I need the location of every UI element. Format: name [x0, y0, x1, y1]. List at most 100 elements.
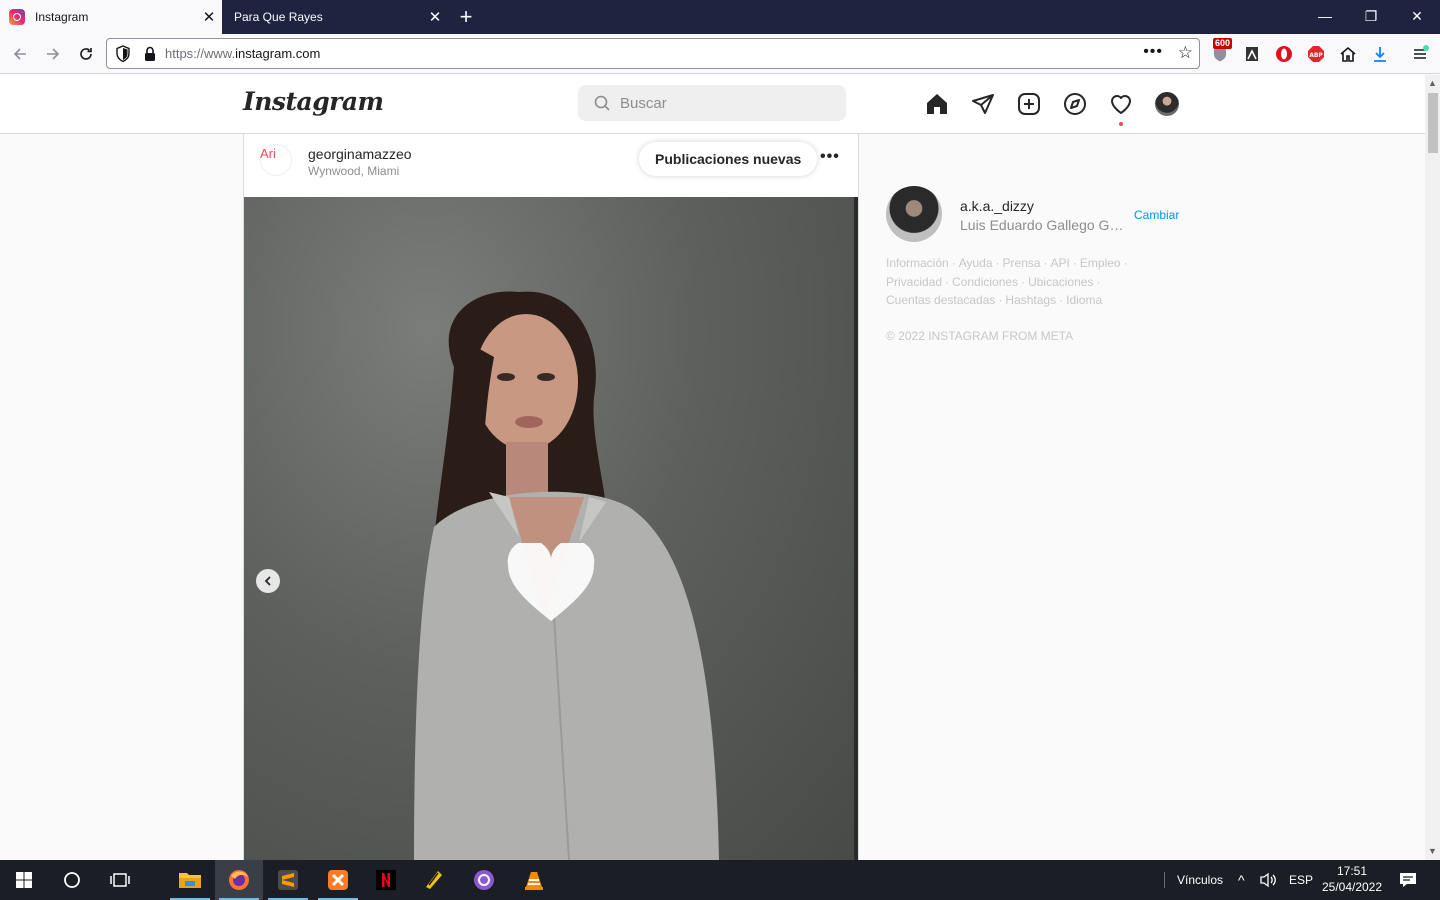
back-arrow-icon [13, 48, 26, 60]
search-box[interactable] [578, 85, 846, 121]
close-window-button[interactable]: ✕ [1394, 0, 1440, 34]
copyright-text: © 2022 INSTAGRAM FROM META [886, 329, 1074, 343]
search-input[interactable] [620, 93, 830, 113]
instagram-favicon-icon [9, 9, 25, 25]
photo-illustration [414, 291, 719, 860]
restore-window-button[interactable]: ❐ [1348, 0, 1394, 34]
clock-time: 17:51 [1336, 864, 1368, 878]
reload-button[interactable] [71, 39, 101, 69]
carousel-prev-button[interactable] [256, 569, 280, 593]
post-username[interactable]: georginamazzeo [308, 146, 412, 162]
profile-avatar[interactable] [1155, 92, 1179, 116]
tab-para-que-rayes[interactable]: Para Que Rayes ✕ [222, 0, 448, 34]
footer-link[interactable]: Ubicaciones [1028, 275, 1093, 289]
input-language[interactable]: ESP [1289, 860, 1313, 900]
footer-link[interactable]: Privacidad [886, 275, 942, 289]
xampp-icon[interactable] [314, 860, 362, 900]
extension-badge: 600 [1213, 38, 1233, 49]
instagram-header: Instagram [0, 75, 1425, 134]
page-scrollbar[interactable] [1425, 75, 1440, 860]
home-icon[interactable] [924, 91, 950, 117]
post-avatar-alt-text: Ari [260, 146, 276, 161]
switch-account-link[interactable]: Cambiar [1134, 208, 1179, 222]
new-post-icon[interactable] [1016, 91, 1042, 117]
browser-toolbar: https://www.instagram.com ••• ☆ 600 ABP [0, 34, 1440, 74]
adblock-plus-icon[interactable]: ABP [1304, 42, 1328, 66]
footer-link[interactable]: Prensa [1003, 256, 1041, 270]
tab-close-icon[interactable]: ✕ [422, 8, 448, 26]
tracking-shield-icon[interactable] [115, 45, 131, 63]
address-bar[interactable]: https://www.instagram.com ••• ☆ [106, 38, 1200, 69]
notification-dot [1119, 122, 1123, 126]
netflix-icon[interactable] [362, 860, 410, 900]
url-prefix: https://www. [165, 46, 236, 61]
browser-tab-strip: Instagram ✕ Para Que Rayes ✕ + — ❐ ✕ [0, 0, 1440, 34]
bookmark-star-icon[interactable]: ☆ [1178, 43, 1193, 63]
action-center-icon[interactable] [1386, 860, 1430, 900]
start-windows-icon[interactable] [0, 860, 48, 900]
home-icon[interactable] [1336, 42, 1360, 66]
task-view-icon[interactable] [96, 860, 144, 900]
post-location[interactable]: Wynwood, Miami [308, 164, 399, 178]
forward-button[interactable] [38, 39, 68, 69]
direct-messages-icon[interactable] [970, 91, 996, 117]
firefox-taskbar-icon[interactable] [215, 860, 263, 900]
chevron-left-icon [264, 576, 271, 586]
volume-icon[interactable] [1256, 860, 1280, 900]
scroll-down-arrow-icon[interactable]: ▼ [1427, 846, 1438, 856]
explore-icon[interactable] [1062, 91, 1088, 117]
url-text: https://www.instagram.com [165, 46, 320, 61]
footer-link[interactable]: Ayuda [959, 256, 993, 270]
photo-edge [854, 197, 858, 860]
show-hidden-icons-chevron-icon[interactable]: ^ [1238, 860, 1245, 900]
sublime-text-icon[interactable] [264, 860, 312, 900]
search-icon [594, 95, 610, 111]
url-domain: instagram.com [235, 46, 321, 61]
links-toolbar[interactable]: Vínculos [1177, 860, 1223, 900]
minimize-window-button[interactable]: — [1302, 0, 1348, 34]
back-button[interactable] [5, 39, 35, 69]
footer-link[interactable]: Empleo [1080, 256, 1121, 270]
feed-post: Ari georginamazzeo Wynwood, Miami Public… [243, 134, 859, 860]
scroll-up-arrow-icon[interactable]: ▲ [1427, 78, 1438, 88]
footer-link[interactable]: API [1051, 256, 1070, 270]
windows-taskbar: Vínculos ^ ESP 17:51 25/04/2022 [0, 860, 1440, 900]
opera-vpn-icon[interactable] [1272, 42, 1296, 66]
extension-tool-icon[interactable] [1240, 42, 1264, 66]
footer-link[interactable]: Idioma [1066, 293, 1102, 307]
tab-instagram[interactable]: Instagram ✕ [0, 0, 222, 34]
instagram-logo[interactable]: Instagram [243, 87, 384, 116]
new-tab-button[interactable]: + [452, 3, 480, 31]
current-user-fullname: Luis Eduardo Gallego García [960, 217, 1130, 233]
new-posts-button[interactable]: Publicaciones nuevas [639, 142, 818, 176]
scrollbar-thumb[interactable] [1428, 93, 1438, 153]
activity-heart-icon[interactable] [1108, 91, 1134, 117]
footer-link[interactable]: Información [886, 256, 949, 270]
lock-icon[interactable] [143, 45, 157, 63]
downloads-icon[interactable] [1368, 42, 1392, 66]
reload-icon [80, 48, 92, 60]
clock-date: 25/04/2022 [1321, 880, 1383, 894]
current-user-avatar[interactable] [886, 186, 942, 242]
github-desktop-icon[interactable] [460, 860, 508, 900]
file-explorer-icon[interactable] [166, 860, 214, 900]
taskbar-divider [1164, 872, 1165, 888]
like-animation-heart-icon [507, 543, 595, 621]
system-clock[interactable]: 17:51 25/04/2022 [1316, 863, 1388, 895]
post-options-icon[interactable]: ••• [820, 148, 840, 166]
cortana-search-icon[interactable] [48, 860, 96, 900]
tab-title: Instagram [35, 10, 89, 24]
winamp-icon[interactable] [410, 860, 458, 900]
footer-links: Información · Ayuda · Prensa · API · Empleo · Pri… [886, 256, 1128, 307]
footer-link[interactable]: Cuentas destacadas [886, 293, 995, 307]
footer-link[interactable]: Condiciones [952, 275, 1018, 289]
footer-link[interactable]: Hashtags [1005, 293, 1056, 307]
page-actions-icon[interactable]: ••• [1143, 43, 1163, 61]
tab-close-icon[interactable]: ✕ [196, 8, 222, 26]
post-photo[interactable] [244, 197, 858, 860]
forward-arrow-icon [47, 48, 60, 60]
app-menu-icon[interactable] [1408, 42, 1432, 66]
svg-text:ABP: ABP [1309, 52, 1323, 59]
current-username[interactable]: a.k.a._dizzy [960, 198, 1034, 214]
vlc-icon[interactable] [510, 860, 558, 900]
